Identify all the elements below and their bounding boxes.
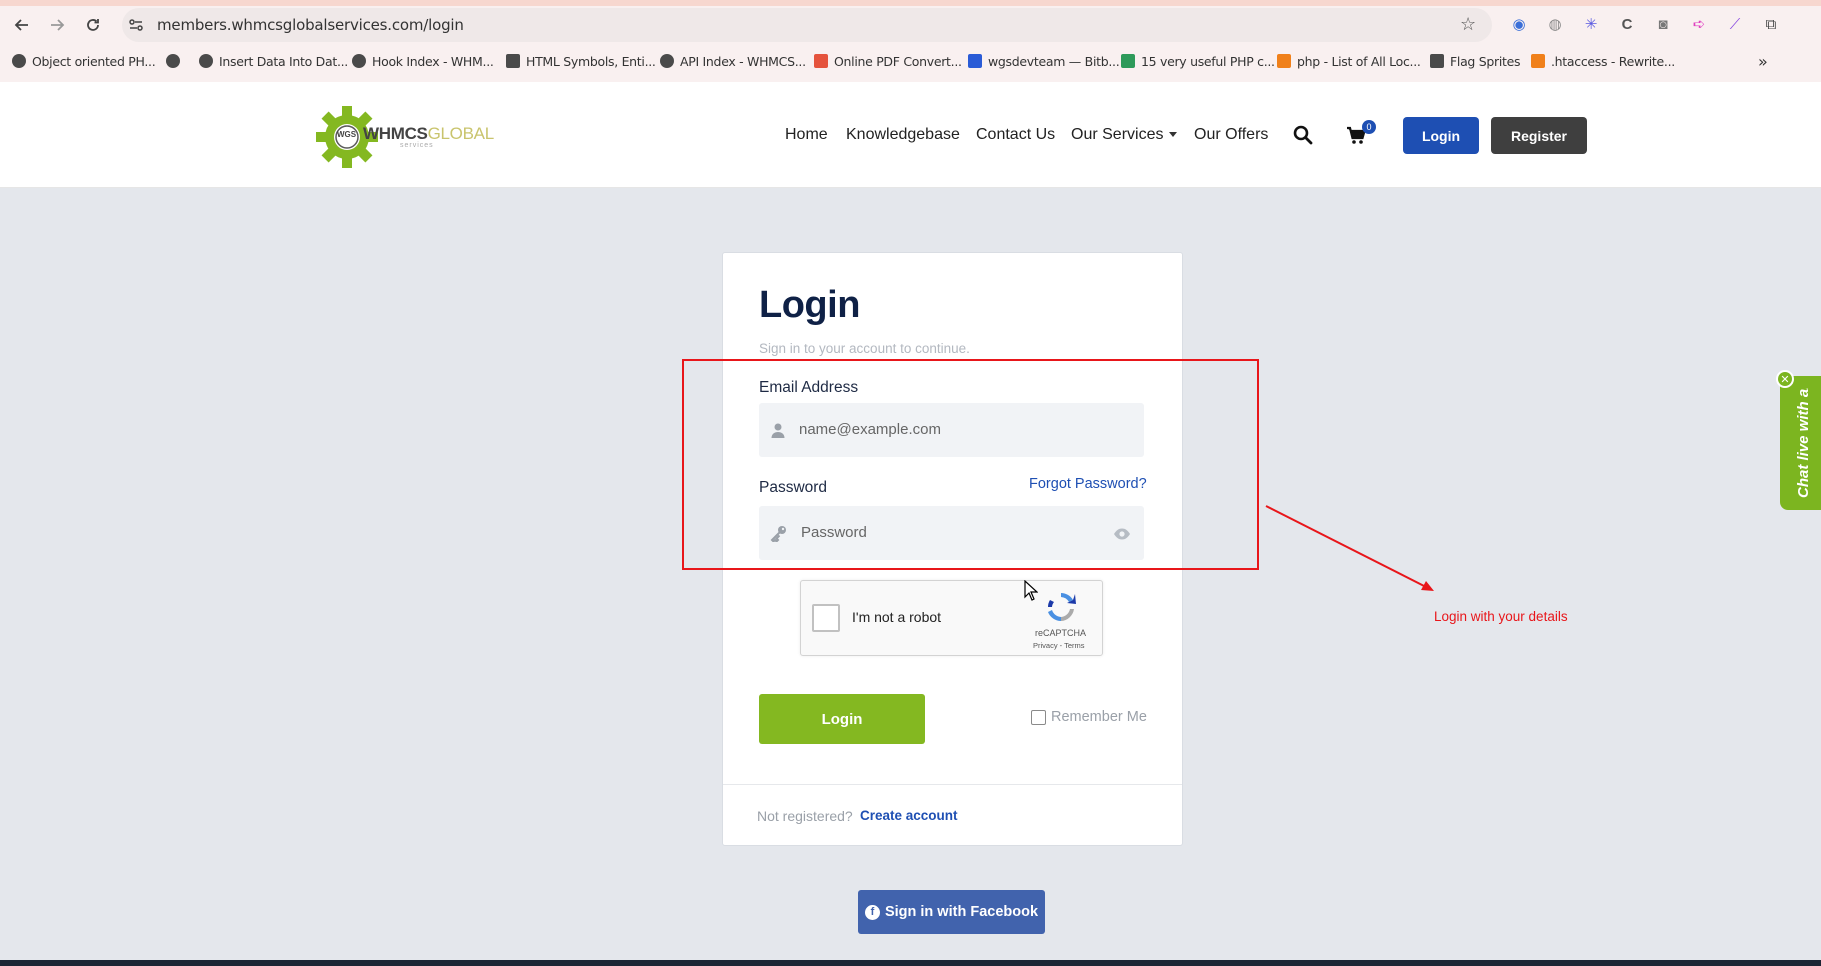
search-icon[interactable] bbox=[1292, 124, 1314, 146]
extensions-puzzle-icon[interactable]: ⧉ bbox=[1761, 14, 1781, 34]
globe-icon bbox=[12, 54, 26, 68]
bookmark-item[interactable]: Hook Index - WHM... bbox=[352, 50, 494, 72]
facebook-icon: f bbox=[864, 904, 880, 920]
globe-icon bbox=[166, 54, 180, 68]
page-title: Login bbox=[759, 284, 860, 326]
forward-icon[interactable] bbox=[44, 12, 70, 38]
login-submit-button[interactable]: Login bbox=[759, 694, 925, 744]
recaptcha-terms[interactable]: Privacy - Terms bbox=[1033, 641, 1085, 650]
logo-badge: WGS bbox=[337, 130, 357, 139]
page-subtitle: Sign in to your account to continue. bbox=[759, 341, 970, 356]
flag-icon bbox=[1430, 54, 1444, 68]
bookmark-item[interactable]: php - List of All Loc... bbox=[1277, 50, 1421, 72]
create-account-link[interactable]: Create account bbox=[860, 808, 958, 823]
footer-edge bbox=[0, 960, 1821, 966]
extension-camera-icon[interactable]: ◙ bbox=[1653, 14, 1673, 34]
bookmark-item[interactable]: HTML Symbols, Enti... bbox=[506, 50, 656, 72]
tab-strip-edge bbox=[0, 0, 1821, 6]
html-symbols-icon bbox=[506, 54, 520, 68]
extension-record-icon[interactable]: ◉ bbox=[1509, 14, 1529, 34]
globe-icon bbox=[199, 54, 213, 68]
facebook-signin-button[interactable]: f Sign in with Facebook bbox=[858, 890, 1045, 934]
back-icon[interactable] bbox=[9, 12, 35, 38]
stackoverflow-icon bbox=[1531, 54, 1545, 68]
globe-icon bbox=[660, 54, 674, 68]
extension-arrow-icon[interactable]: ➪ bbox=[1689, 14, 1709, 34]
extension-feather-icon[interactable]: ⟋ bbox=[1725, 14, 1745, 34]
not-registered-text: Not registered? bbox=[757, 808, 853, 824]
extension-c-icon[interactable]: C bbox=[1617, 14, 1637, 34]
bookmark-item[interactable]: Flag Sprites bbox=[1430, 50, 1521, 72]
recaptcha-label: I'm not a robot bbox=[852, 609, 942, 625]
bookmark-item[interactable]: wgsdevteam — Bitb... bbox=[968, 50, 1120, 72]
bookmark-item[interactable]: 15 very useful PHP c... bbox=[1121, 50, 1275, 72]
site-info-icon[interactable] bbox=[128, 17, 144, 33]
bookmark-star-icon[interactable]: ☆ bbox=[1460, 14, 1476, 35]
bitbucket-icon bbox=[968, 54, 982, 68]
bookmark-item[interactable]: API Index - WHMCS... bbox=[660, 50, 806, 72]
chat-widget-label[interactable]: Chat live with an bbox=[1795, 388, 1812, 498]
bookmark-item[interactable]: .htaccess - Rewrite... bbox=[1531, 50, 1675, 72]
cart-count-badge: 0 bbox=[1362, 120, 1376, 134]
logo-subtitle: services bbox=[400, 142, 434, 149]
vp-icon bbox=[1121, 54, 1135, 68]
bookmarks-bar: Object oriented PH... Insert Data Into D… bbox=[0, 50, 1821, 74]
chevron-down-icon bbox=[1169, 132, 1178, 138]
extension-globe-icon[interactable]: ◍ bbox=[1545, 14, 1565, 34]
bookmark-item[interactable]: Insert Data Into Dat... bbox=[199, 50, 348, 72]
mouse-cursor-icon bbox=[1024, 580, 1038, 601]
recaptcha-checkbox[interactable] bbox=[812, 604, 840, 632]
bookmark-item[interactable]: Object oriented PH... bbox=[12, 50, 156, 72]
more-bookmarks-icon[interactable]: » bbox=[1758, 50, 1768, 72]
globe-icon bbox=[352, 54, 366, 68]
remember-me-checkbox[interactable] bbox=[1031, 710, 1046, 725]
nav-home[interactable]: Home bbox=[785, 126, 828, 144]
recaptcha-logo-icon bbox=[1047, 593, 1076, 621]
stackoverflow-icon bbox=[1277, 54, 1291, 68]
annotation-highlight-box bbox=[682, 359, 1259, 570]
header-login-button[interactable]: Login bbox=[1403, 117, 1479, 154]
recaptcha-brand: reCAPTCHA bbox=[1035, 628, 1087, 638]
nav-offers[interactable]: Our Offers bbox=[1194, 126, 1268, 144]
annotation-arrow-icon bbox=[1265, 505, 1434, 591]
logo-wordmark[interactable]: WHMCSGLOBAL bbox=[363, 124, 494, 144]
reload-icon[interactable] bbox=[80, 12, 106, 38]
card-divider bbox=[723, 784, 1182, 785]
annotation-label: Login with your details bbox=[1434, 609, 1568, 624]
bookmark-item[interactable]: Online PDF Convert... bbox=[814, 50, 962, 72]
chat-close-icon[interactable]: ✕ bbox=[1776, 370, 1794, 388]
nav-services[interactable]: Our Services bbox=[1071, 126, 1178, 144]
url-text[interactable]: members.whmcsglobalservices.com/login bbox=[157, 16, 464, 34]
bookmark-item[interactable] bbox=[166, 50, 186, 72]
header-register-button[interactable]: Register bbox=[1491, 117, 1587, 154]
nav-knowledgebase[interactable]: Knowledgebase bbox=[846, 126, 960, 144]
extension-asterisk-icon[interactable]: ✳ bbox=[1581, 14, 1601, 34]
nav-contact[interactable]: Contact Us bbox=[976, 126, 1055, 144]
remember-me-label[interactable]: Remember Me bbox=[1051, 709, 1147, 725]
pdf-icon bbox=[814, 54, 828, 68]
